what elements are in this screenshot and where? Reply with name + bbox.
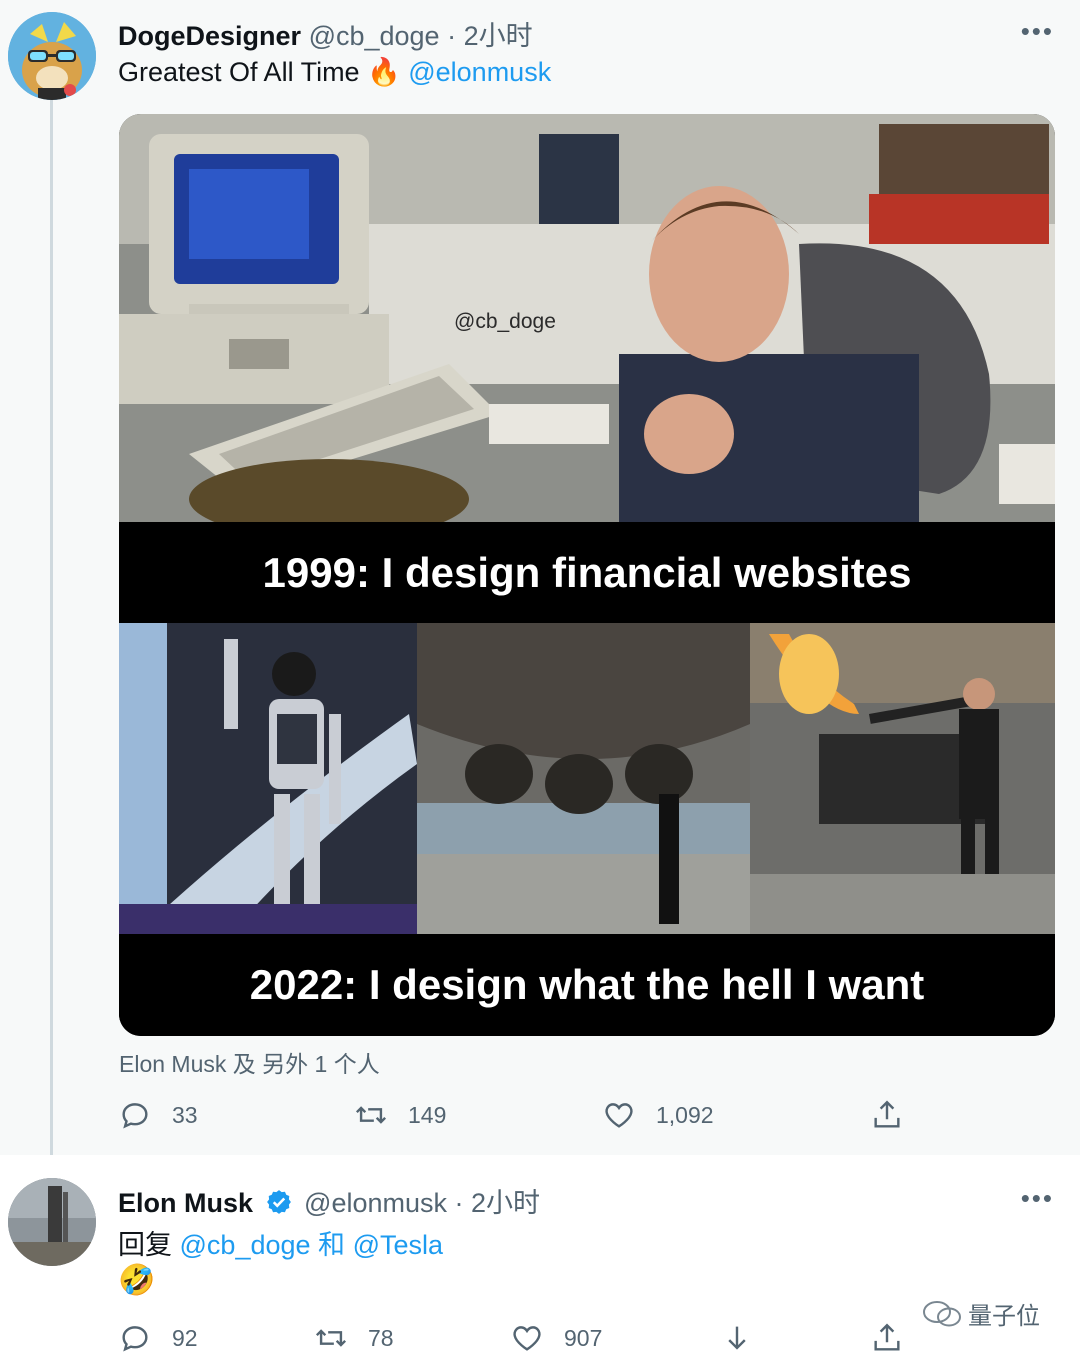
watermark-text: 量子位 <box>968 1303 1040 1330</box>
starship-avatar-icon <box>8 1178 96 1266</box>
timestamp[interactable]: · 2小时 <box>447 21 533 51</box>
retweet-icon <box>315 1329 347 1347</box>
tweet-dogedesigner[interactable]: DogeDesigner @cb_doge · 2小时 ••• Greatest… <box>0 0 1080 1155</box>
tweet-text: Greatest Of All Time 🔥 @elonmusk <box>118 56 551 88</box>
more-options-button[interactable]: ••• <box>1021 1183 1054 1214</box>
more-options-button[interactable]: ••• <box>1021 16 1054 47</box>
reply-icon <box>122 1326 148 1352</box>
tweet-image[interactable]: @cb_doge 1999: I design financial websit… <box>119 114 1055 1036</box>
reply-context: 回复 @cb_doge 和 @Tesla <box>118 1223 443 1262</box>
tweet-elonmusk[interactable]: Elon Musk @elonmusk · 2小时 ••• 回复 @cb_dog… <box>0 1155 1080 1362</box>
verified-badge-icon <box>266 1190 291 1214</box>
display-name[interactable]: DogeDesigner <box>118 21 301 51</box>
reply-button[interactable]: 33 <box>118 1098 198 1132</box>
like-button[interactable]: 907 <box>510 1321 602 1355</box>
share-button[interactable] <box>870 1098 924 1132</box>
tweet-header: DogeDesigner @cb_doge · 2小时 <box>118 14 533 53</box>
avatar[interactable] <box>8 12 96 100</box>
mention-link[interactable]: @Tesla <box>353 1230 443 1260</box>
retweet-icon <box>355 1106 387 1124</box>
downvote-button[interactable] <box>720 1321 774 1355</box>
handle[interactable]: @cb_doge <box>309 21 440 51</box>
heart-icon <box>605 1103 633 1128</box>
tweet-header: Elon Musk @elonmusk · 2小时 <box>118 1181 540 1220</box>
fire-emoji-icon: 🔥 <box>367 57 401 87</box>
reply-icon <box>122 1103 148 1129</box>
reply-and: 和 <box>318 1230 346 1260</box>
tweet-body: 🤣 <box>118 1263 155 1298</box>
retweet-button[interactable]: 78 <box>314 1321 394 1355</box>
timestamp[interactable]: · 2小时 <box>455 1188 541 1218</box>
share-icon <box>874 1323 900 1351</box>
like-count: 1,092 <box>656 1101 714 1128</box>
retweet-count: 149 <box>408 1101 447 1128</box>
reply-count: 33 <box>172 1101 198 1128</box>
handle[interactable]: @elonmusk <box>304 1188 447 1218</box>
share-icon <box>874 1100 900 1128</box>
doge-avatar-icon <box>8 12 96 100</box>
liked-by-text[interactable]: Elon Musk 及 另外 1 个人 <box>119 1045 380 1079</box>
avatar[interactable] <box>8 1178 96 1266</box>
tweet-body: Greatest Of All Time <box>118 57 360 87</box>
image-watermark: @cb_doge <box>454 310 556 333</box>
caption-bottom: 2022: I design what the hell I want <box>119 934 1055 1036</box>
source-watermark: 量子位 <box>922 1296 1040 1331</box>
like-button[interactable]: 1,092 <box>602 1098 714 1132</box>
share-button[interactable] <box>870 1321 924 1355</box>
rofl-emoji-icon: 🤣 <box>118 1264 156 1297</box>
down-arrow-icon <box>728 1326 746 1350</box>
caption-top: 1999: I design financial websites <box>119 522 1055 623</box>
retweet-count: 78 <box>368 1324 394 1351</box>
retweet-button[interactable]: 149 <box>354 1098 446 1132</box>
wechat-logo-icon <box>923 1300 961 1326</box>
reply-count: 92 <box>172 1324 198 1351</box>
mention-link[interactable]: @elonmusk <box>408 57 551 87</box>
reply-button[interactable]: 92 <box>118 1321 198 1355</box>
display-name[interactable]: Elon Musk <box>118 1188 253 1218</box>
mention-link[interactable]: @cb_doge <box>180 1230 311 1260</box>
reply-prefix: 回复 <box>118 1230 172 1260</box>
thread-connector-line <box>50 100 53 1155</box>
heart-icon <box>513 1326 541 1351</box>
like-count: 907 <box>564 1324 603 1351</box>
